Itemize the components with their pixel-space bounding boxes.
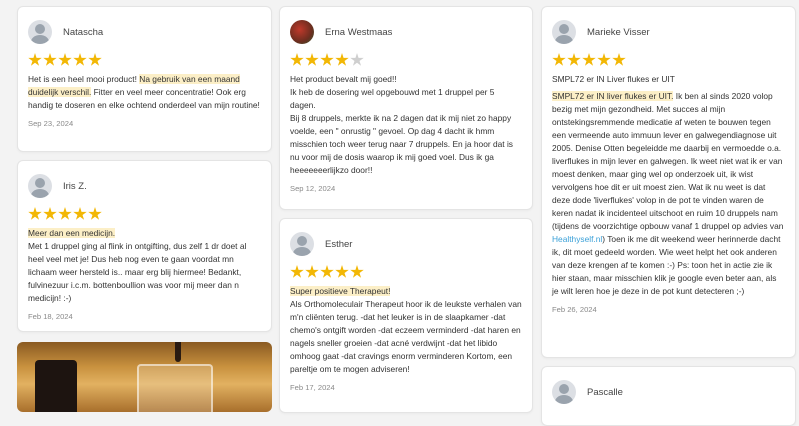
avatar-placeholder-icon (552, 380, 576, 404)
review-date: Feb 18, 2024 (28, 312, 73, 321)
review-highlight: Super positieve Therapeut! (290, 286, 391, 296)
dropper-image (175, 342, 181, 362)
review-highlight: SMPL72 er IN liver flukes er UIT. (552, 91, 674, 101)
review-body: Als Orthomoleculair Therapeut hoor ik de… (290, 299, 522, 374)
avatar-photo (290, 20, 314, 44)
star-icon (28, 53, 42, 66)
star-icon (73, 53, 87, 66)
reviewer-name: Pascalle (587, 386, 623, 398)
reviewer-name: Marieke Visser (587, 26, 650, 38)
review-card: Iris Z. Meer dan een medicijn. Met 1 dru… (17, 160, 272, 332)
reviewer-name: Iris Z. (63, 180, 87, 192)
review-date: Feb 26, 2024 (552, 305, 597, 314)
star-icon (88, 53, 102, 66)
star-icon (305, 53, 319, 66)
review-card: Pascalle (541, 366, 796, 426)
reviewer-name: Esther (325, 238, 353, 250)
star-icon (582, 53, 596, 66)
review-title: SMPL72 er IN Liver flukes er UIT (552, 74, 675, 84)
star-icon (320, 265, 334, 278)
review-body: Met 1 druppel ging al flink in ontgiftin… (28, 241, 247, 303)
review-text: Het product bevalt mij goed!! Ik heb de … (290, 73, 522, 177)
avatar-placeholder-icon (28, 20, 52, 44)
star-icon (43, 53, 57, 66)
review-date: Sep 12, 2024 (290, 184, 336, 193)
reviewer-name: Erna Westmaas (325, 26, 393, 38)
star-icon (335, 53, 349, 66)
review-highlight: Meer dan een medicijn. (28, 228, 116, 238)
star-icon (552, 53, 566, 66)
review-text: Super positieve Therapeut! Als Orthomole… (290, 285, 522, 376)
review-line: Het product bevalt mij goed!! (290, 74, 397, 84)
review-date: Sep 23, 2024 (28, 119, 74, 128)
review-card: Esther Super positieve Therapeut! Als Or… (279, 218, 533, 413)
star-icon (320, 53, 334, 66)
star-icon (597, 53, 611, 66)
star-rating (290, 265, 522, 280)
star-icon (43, 207, 57, 220)
star-icon (28, 207, 42, 220)
healthyself-link[interactable]: Healthyself.nl (552, 234, 602, 244)
review-text-start: Het is een heel mooi product! (28, 74, 140, 84)
star-icon (88, 207, 102, 220)
review-text: Het is een heel mooi product! Na gebruik… (28, 73, 261, 112)
review-card: Natascha Het is een heel mooi product! N… (17, 6, 272, 152)
star-icon (290, 53, 304, 66)
avatar-placeholder-icon (552, 20, 576, 44)
review-date: Feb 17, 2024 (290, 383, 335, 392)
star-icon (305, 265, 319, 278)
star-icon (350, 265, 364, 278)
star-rating (28, 53, 261, 68)
star-icon (73, 207, 87, 220)
reviewer-name: Natascha (63, 26, 104, 38)
star-rating (28, 207, 261, 222)
review-text: Meer dan een medicijn. Met 1 druppel gin… (28, 227, 261, 305)
star-rating (552, 53, 785, 68)
star-icon (290, 265, 304, 278)
star-icon (567, 53, 581, 66)
star-icon (612, 53, 626, 66)
review-card: Marieke Visser SMPL72 er IN Liver flukes… (541, 6, 796, 358)
star-rating (290, 53, 522, 68)
review-line: Ik heb de dosering wel opgebouwd met 1 d… (290, 87, 495, 110)
star-icon (58, 207, 72, 220)
review-line: Bij 8 druppels, merkte ik na 2 dagen dat… (290, 113, 513, 175)
star-icon (58, 53, 72, 66)
star-icon (335, 265, 349, 278)
star-empty-icon (350, 53, 364, 66)
review-body: Ik ben al sinds 2020 volop bezig met mij… (552, 91, 784, 231)
bottle-image (35, 360, 77, 412)
avatar-placeholder-icon (28, 174, 52, 198)
review-photo[interactable] (17, 342, 272, 412)
review-card: Erna Westmaas Het product bevalt mij goe… (279, 6, 533, 210)
avatar-placeholder-icon (290, 232, 314, 256)
review-text: SMPL72 er IN Liver flukes er UIT SMPL72 … (552, 73, 785, 298)
